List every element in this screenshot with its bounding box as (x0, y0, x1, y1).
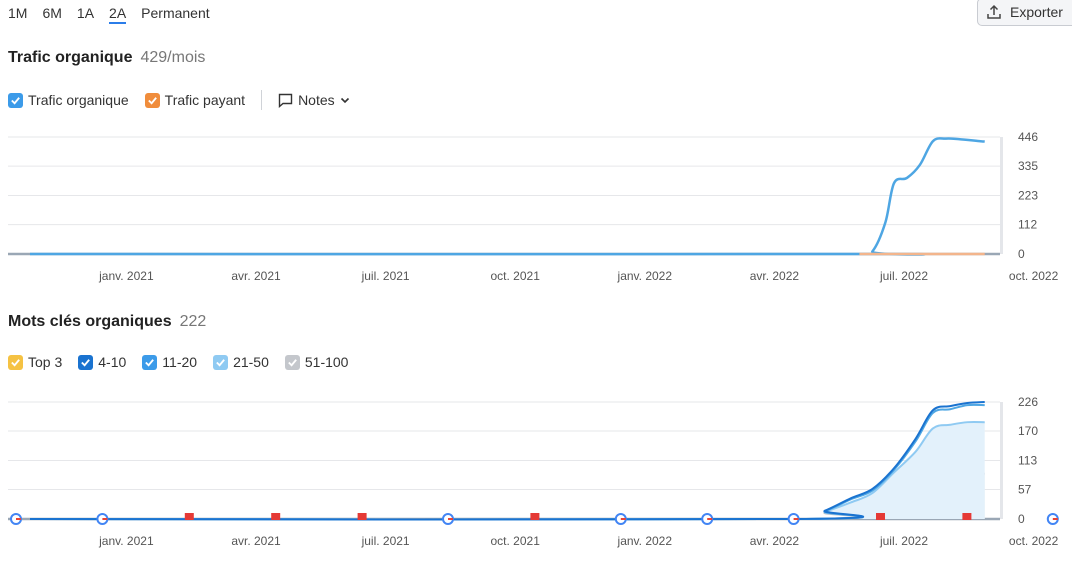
flag-marker-icon (357, 513, 367, 520)
flag-shape (962, 513, 972, 520)
keywords-title: Mots clés organiques 222 (8, 313, 206, 331)
x-tick-label: oct. 2021 (491, 534, 541, 548)
checkbox-icon (213, 354, 229, 370)
legend-label: 21-50 (233, 354, 269, 370)
x-tick-label: juil. 2022 (879, 534, 928, 548)
x-tick-label: avr. 2021 (231, 534, 281, 548)
x-tick-label: juil. 2022 (879, 269, 928, 283)
traffic-legend: Trafic organique Trafic payant Notes (8, 90, 350, 110)
legend-divider (261, 90, 263, 110)
flag-marker-icon (876, 513, 885, 520)
flag-shape (357, 513, 367, 520)
y-tick-label: 223 (1018, 189, 1038, 203)
x-tick-label: avr. 2021 (231, 269, 281, 283)
y-tick-label: 0 (1018, 247, 1025, 261)
y-tick-label: 446 (1018, 130, 1038, 144)
export-button[interactable]: Exporter (977, 0, 1072, 26)
legend-label: 51-100 (304, 354, 349, 370)
legend-11-20[interactable]: 11-20 (142, 354, 197, 370)
y-tick-label: 112 (1018, 218, 1037, 232)
legend-label: 11-20 (162, 354, 198, 370)
legend-51-100[interactable]: 51-100 (284, 354, 349, 370)
right-axis (1000, 137, 1003, 254)
flag-shape (184, 513, 194, 520)
legend-paid-traffic[interactable]: Trafic payant (144, 92, 246, 108)
y-tick-label: 170 (1018, 424, 1038, 438)
y-tick-label: 335 (1018, 159, 1038, 173)
x-tick-label: janv. 2021 (98, 534, 154, 548)
google-marker-icon (787, 513, 800, 525)
x-tick-label: janv. 2021 (98, 269, 154, 283)
keywords-value: 222 (179, 313, 207, 330)
x-tick-label: janv. 2022 (617, 269, 673, 283)
x-tick-label: oct. 2022 (1009, 534, 1059, 548)
checkbox-icon (144, 92, 160, 108)
legend-4-10[interactable]: 4-10 (78, 354, 126, 370)
upload-icon (987, 4, 1001, 19)
legend-top3[interactable]: Top 3 (8, 354, 62, 370)
series-area (30, 421, 985, 520)
series-line (29, 421, 985, 521)
google-marker-icon (1046, 513, 1059, 525)
x-tick-label: oct. 2021 (491, 269, 541, 283)
traffic-title: Trafic organique 429/mois (8, 49, 205, 67)
export-label: Exporter (1010, 4, 1063, 20)
legend-label: Trafic payant (164, 92, 246, 108)
checkbox-icon (78, 354, 94, 370)
period-1a[interactable]: 1A (77, 4, 94, 24)
flag-shape (271, 513, 281, 520)
x-tick-label: juil. 2021 (361, 269, 410, 283)
flag-marker-icon (530, 513, 540, 520)
google-marker-icon (614, 513, 627, 525)
traffic-value: 429/mois (140, 49, 206, 66)
right-axis (1000, 402, 1003, 519)
flag-shape (876, 513, 885, 520)
period-permanent[interactable]: Permanent (141, 4, 209, 24)
flag-marker-icon (962, 513, 972, 520)
google-marker-icon (442, 513, 454, 525)
checkbox-icon (284, 354, 300, 370)
y-tick-label: 57 (1018, 482, 1032, 496)
keywords-chart: 0 57 113 170 226 janv. 2021 avr. 2021 juil. 202… (8, 395, 1059, 548)
legend-21-50[interactable]: 21-50 (213, 354, 269, 370)
flag-marker-icon (184, 513, 194, 520)
keywords-legend: Top 3 4-10 11-20 21-50 51-100 (8, 354, 364, 370)
period-selector: 1M 6M 1A 2A Permanent (8, 4, 225, 24)
series-line (29, 137, 985, 256)
notes-dropdown[interactable]: Notes (278, 92, 350, 108)
google-marker-icon (701, 513, 714, 525)
period-1m[interactable]: 1M (8, 4, 27, 24)
google-marker-icon (10, 513, 22, 525)
flag-shape (530, 513, 540, 520)
checkbox-icon (8, 92, 23, 108)
x-tick-label: juil. 2021 (361, 534, 410, 548)
x-tick-label: janv. 2022 (617, 534, 673, 548)
legend-label: 4-10 (98, 354, 127, 370)
legend-label: Trafic organique (28, 92, 129, 108)
y-tick-label: 226 (1018, 395, 1038, 409)
period-6m[interactable]: 6M (42, 4, 61, 24)
legend-label: Top 3 (28, 354, 63, 370)
legend-organic-traffic[interactable]: Trafic organique (8, 92, 129, 108)
checkbox-icon (142, 354, 158, 370)
x-tick-label: avr. 2022 (750, 534, 800, 548)
traffic-title-text: Trafic organique (8, 49, 133, 66)
checkbox-icon (8, 354, 23, 370)
period-2a[interactable]: 2A (109, 4, 127, 24)
y-tick-label: 0 (1018, 512, 1025, 526)
google-marker-icon (96, 513, 109, 525)
x-tick-label: oct. 2022 (1009, 269, 1059, 283)
comment-icon (278, 93, 293, 108)
flag-marker-icon (271, 513, 281, 520)
traffic-chart: 0 112 223 335 446 janv. 2021 avr. 2021 juil. 20… (8, 130, 1059, 283)
notes-label: Notes (298, 92, 335, 108)
keywords-title-text: Mots clés organiques (8, 313, 172, 330)
y-tick-label: 113 (1018, 454, 1037, 468)
x-tick-label: avr. 2022 (750, 269, 800, 283)
chevron-down-icon (340, 97, 349, 104)
